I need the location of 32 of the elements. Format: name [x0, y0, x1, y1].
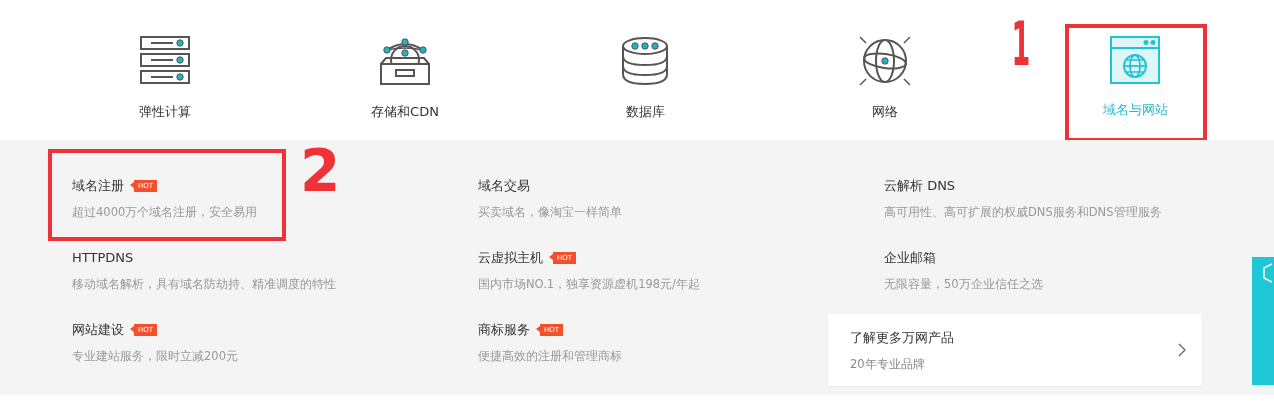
product-description: 国内市场NO.1，独享资源虚机198元/年起: [478, 276, 700, 291]
product-description: 高可用性、高可扩展的权威DNS服务和DNS管理服务: [884, 204, 1162, 219]
category-tab[interactable]: 存储和CDN: [285, 0, 525, 140]
more-products-card[interactable]: 了解更多万网产品 20年专业品牌: [828, 314, 1202, 386]
category-tab[interactable]: 弹性计算: [45, 0, 285, 140]
product-description: 移动域名解析，具有域名防劫持、精准调度的特性: [72, 276, 336, 291]
product-link[interactable]: 域名交易: [478, 176, 530, 196]
storage-box-icon: [379, 36, 431, 86]
product-description: 超过4000万个域名注册，安全易用: [72, 204, 258, 219]
product-link[interactable]: 商标服务: [478, 320, 530, 340]
chevron-right-icon: [1178, 343, 1186, 357]
card-subtitle: 20年专业品牌: [850, 356, 925, 371]
side-tab[interactable]: [1252, 257, 1274, 385]
product-link[interactable]: 域名注册: [72, 176, 124, 196]
product-description: 便捷高效的注册和管理商标: [478, 348, 622, 363]
annotation-number: 2: [300, 142, 341, 200]
database-icon: [620, 36, 670, 86]
product-link[interactable]: 企业邮箱: [884, 248, 936, 268]
browser-globe-icon: [1110, 36, 1160, 84]
product-description: 买卖域名，像淘宝一样简单: [478, 204, 622, 219]
product-link[interactable]: 云虚拟主机: [478, 248, 543, 268]
product-link[interactable]: 网站建设: [72, 320, 124, 340]
annotation-number: 1: [1011, 14, 1031, 74]
product-description: 专业建站服务，限时立减200元: [72, 348, 238, 363]
product-description: 无限容量，50万企业信任之选: [884, 276, 1043, 291]
category-tab[interactable]: 网络: [765, 0, 1005, 140]
product-link[interactable]: 云解析 DNS: [884, 176, 956, 196]
category-tab[interactable]: 数据库: [525, 0, 765, 140]
product-link[interactable]: HTTPDNS: [72, 248, 134, 268]
server-rack-icon: [139, 36, 191, 86]
card-title: 了解更多万网产品: [850, 329, 954, 347]
globe-icon: [859, 36, 911, 86]
